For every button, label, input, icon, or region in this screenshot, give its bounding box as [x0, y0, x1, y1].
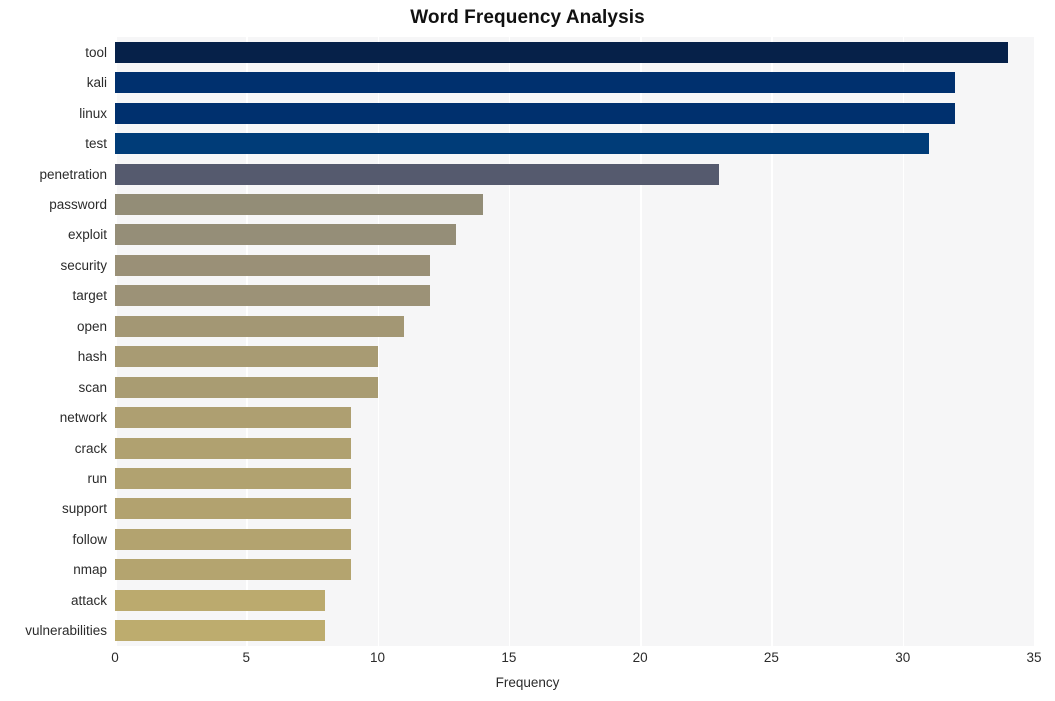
x-tick-label-10: 10 — [370, 650, 386, 665]
plot-area — [115, 37, 1036, 646]
bar-fill — [115, 620, 326, 642]
y-tick-label-attack: attack — [70, 592, 107, 608]
bar-support — [115, 498, 352, 520]
bar-fill — [115, 163, 719, 185]
bar-vulnerabilities — [115, 620, 326, 642]
bar-fill — [115, 254, 431, 276]
bar-fill — [115, 498, 352, 520]
y-tick-label-kali: kali — [86, 75, 107, 91]
bar-exploit — [115, 224, 457, 246]
x-tick-label-30: 30 — [895, 650, 911, 665]
y-tick-label-scan: scan — [78, 379, 107, 395]
bar-open — [115, 315, 404, 337]
x-tick-label-25: 25 — [763, 650, 779, 665]
y-tick-label-network: network — [59, 410, 107, 426]
bar-fill — [115, 315, 404, 337]
bar-fill — [115, 559, 352, 581]
y-tick-label-run: run — [87, 471, 107, 487]
bar-fill — [115, 72, 956, 94]
bar-nmap — [115, 559, 352, 581]
bar-attack — [115, 589, 326, 611]
y-tick-label-tool: tool — [85, 44, 107, 60]
bar-security — [115, 254, 431, 276]
y-tick-label-vulnerabilities: vulnerabilities — [25, 623, 107, 639]
bar-network — [115, 407, 352, 429]
bar-series — [115, 37, 1034, 646]
bar-fill — [115, 193, 483, 215]
y-tick-label-test: test — [85, 136, 107, 152]
bar-kali — [115, 72, 956, 94]
bar-penetration — [115, 163, 719, 185]
word-frequency-chart: Word Frequency Analysis tool kali linux tes… — [0, 0, 1055, 701]
x-axis-label: Frequency — [495, 675, 560, 690]
bar-password — [115, 193, 483, 215]
y-tick-label-security: security — [60, 257, 107, 273]
x-tick-label-35: 35 — [1026, 650, 1042, 665]
y-tick-label-support: support — [61, 501, 107, 517]
y-tick-label-penetration: penetration — [39, 166, 107, 182]
bar-tool — [115, 41, 1008, 63]
bar-fill — [115, 376, 378, 398]
y-tick-label-hash: hash — [77, 349, 107, 365]
bar-fill — [115, 468, 352, 490]
bar-fill — [115, 407, 352, 429]
bar-fill — [115, 102, 956, 124]
y-tick-label-password: password — [49, 196, 107, 212]
y-tick-label-exploit: exploit — [67, 227, 107, 243]
bar-fill — [115, 285, 431, 307]
bar-hash — [115, 346, 378, 368]
bar-target — [115, 285, 431, 307]
x-tick-label-0: 0 — [111, 650, 119, 665]
bar-run — [115, 468, 352, 490]
bar-linux — [115, 102, 956, 124]
bar-fill — [115, 41, 1008, 63]
y-tick-label-target: target — [72, 288, 107, 304]
bar-fill — [115, 346, 378, 368]
bar-follow — [115, 528, 352, 550]
x-axis-tick-labels: 0 5 10 15 20 25 30 35 — [0, 650, 1055, 670]
bar-fill — [115, 528, 352, 550]
y-tick-label-nmap: nmap — [73, 562, 107, 578]
x-tick-label-5: 5 — [242, 650, 251, 665]
bar-scan — [115, 376, 378, 398]
bar-fill — [115, 437, 352, 459]
bar-fill — [115, 589, 326, 611]
gridline-x-35 — [1034, 37, 1036, 646]
y-tick-label-open: open — [76, 318, 107, 334]
y-tick-label-crack: crack — [74, 440, 107, 456]
bar-crack — [115, 437, 352, 459]
bar-fill — [115, 224, 457, 246]
x-tick-label-20: 20 — [632, 650, 648, 665]
y-tick-label-linux: linux — [79, 105, 107, 121]
y-axis-tick-labels: tool kali linux test penetration password expl… — [0, 37, 107, 646]
y-tick-label-follow: follow — [72, 531, 107, 547]
bar-fill — [115, 133, 929, 155]
bar-test — [115, 133, 929, 155]
chart-title: Word Frequency Analysis — [410, 7, 645, 28]
x-tick-label-15: 15 — [501, 650, 517, 665]
